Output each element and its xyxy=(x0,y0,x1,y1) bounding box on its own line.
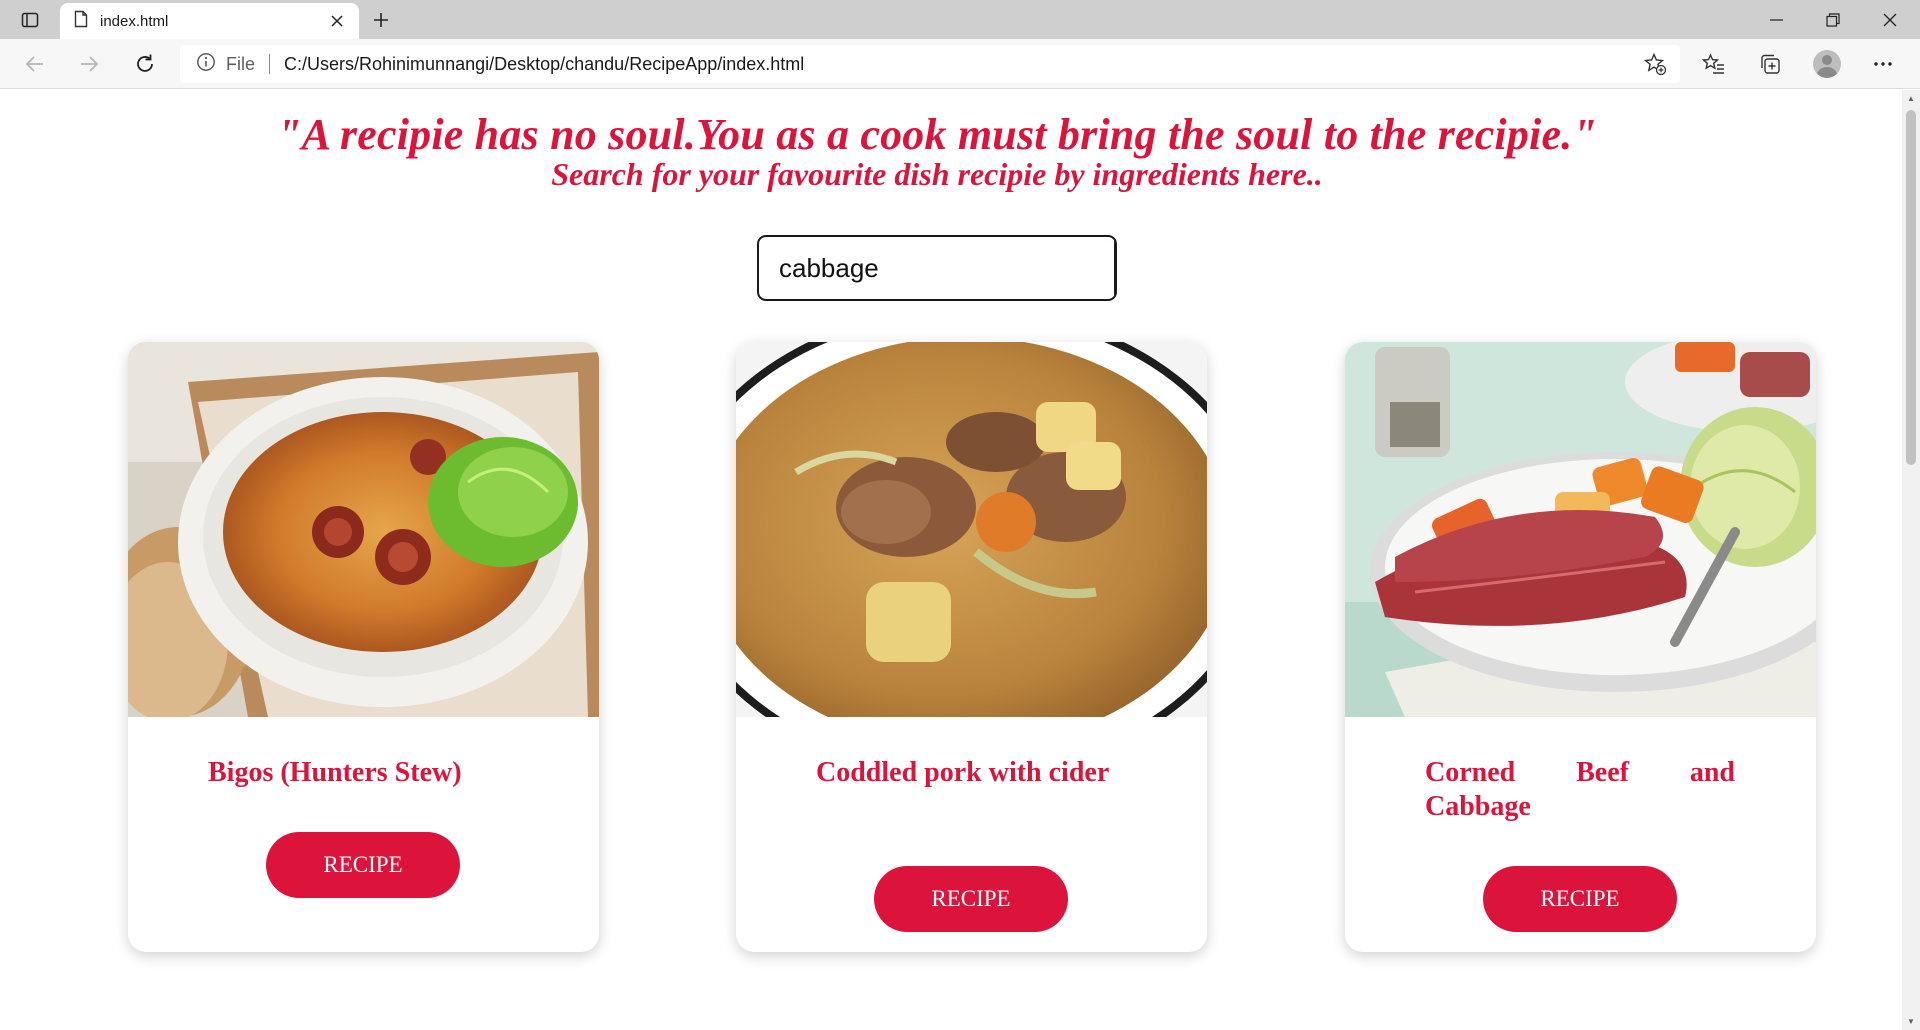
minimize-icon[interactable] xyxy=(1749,0,1805,39)
tab-actions-icon[interactable] xyxy=(14,8,46,32)
info-icon[interactable] xyxy=(196,52,216,77)
new-tab-icon[interactable] xyxy=(366,6,396,34)
browser-tab-active[interactable]: index.html xyxy=(60,3,359,39)
restore-icon[interactable] xyxy=(1805,0,1861,39)
search-icon xyxy=(1116,253,1117,284)
recipe-title: Corned Beef and Cabbage xyxy=(1425,757,1735,822)
profile-avatar-icon[interactable] xyxy=(1810,48,1844,80)
more-options-icon[interactable] xyxy=(1866,48,1900,80)
recipe-title: Bigos (Hunters Stew) xyxy=(208,757,462,788)
recipe-image-corned-beef xyxy=(1345,342,1816,717)
browser-toolbar: File C:/Users/Rohinimunnangi/Desktop/cha… xyxy=(0,39,1920,89)
recipe-card: Corned Beef and Cabbage RECIPE xyxy=(1345,342,1816,952)
page-subtitle: Search for your favourite dish recipie b… xyxy=(551,156,1323,192)
page-quote: "A recipie has no soul.You as a cook mus… xyxy=(276,110,1598,159)
address-scheme-label: File xyxy=(226,53,256,74)
recipe-image-bigos xyxy=(128,342,599,717)
refresh-icon[interactable] xyxy=(128,48,162,80)
address-url[interactable]: C:/Users/Rohinimunnangi/Desktop/chandu/R… xyxy=(284,54,804,75)
page-document-icon xyxy=(74,10,88,33)
address-divider xyxy=(269,54,271,74)
collections-icon[interactable] xyxy=(1753,48,1787,80)
search-form xyxy=(757,235,1117,301)
favorites-icon[interactable] xyxy=(1697,48,1731,80)
tab-strip: index.html xyxy=(0,0,1920,39)
recipe-card: Bigos (Hunters Stew) RECIPE xyxy=(128,342,599,952)
recipe-title: Coddled pork with cider xyxy=(816,757,1110,788)
ingredient-search-input[interactable] xyxy=(759,237,1114,299)
recipe-card: Coddled pork with cider RECIPE xyxy=(736,342,1207,952)
scrollbar-thumb[interactable] xyxy=(1906,110,1916,465)
add-favorite-icon[interactable] xyxy=(1640,49,1670,79)
forward-arrow-icon[interactable] xyxy=(72,48,106,80)
close-window-icon[interactable] xyxy=(1862,0,1918,39)
search-button[interactable] xyxy=(1114,237,1117,299)
tab-title: index.html xyxy=(100,12,169,30)
back-arrow-icon[interactable] xyxy=(18,48,52,80)
close-tab-icon[interactable] xyxy=(323,7,351,35)
recipe-button[interactable]: RECIPE xyxy=(874,866,1068,932)
page-viewport: "A recipie has no soul.You as a cook mus… xyxy=(0,90,1902,1030)
recipe-button[interactable]: RECIPE xyxy=(266,832,460,898)
recipe-image-coddled-pork xyxy=(736,342,1207,717)
page-scrollbar[interactable]: ▲ ▼ xyxy=(1902,90,1920,1030)
address-bar[interactable]: File C:/Users/Rohinimunnangi/Desktop/cha… xyxy=(180,45,1680,83)
scroll-down-arrow-icon[interactable]: ▼ xyxy=(1902,1013,1920,1030)
recipe-button[interactable]: RECIPE xyxy=(1483,866,1677,932)
scroll-up-arrow-icon[interactable]: ▲ xyxy=(1902,90,1920,107)
